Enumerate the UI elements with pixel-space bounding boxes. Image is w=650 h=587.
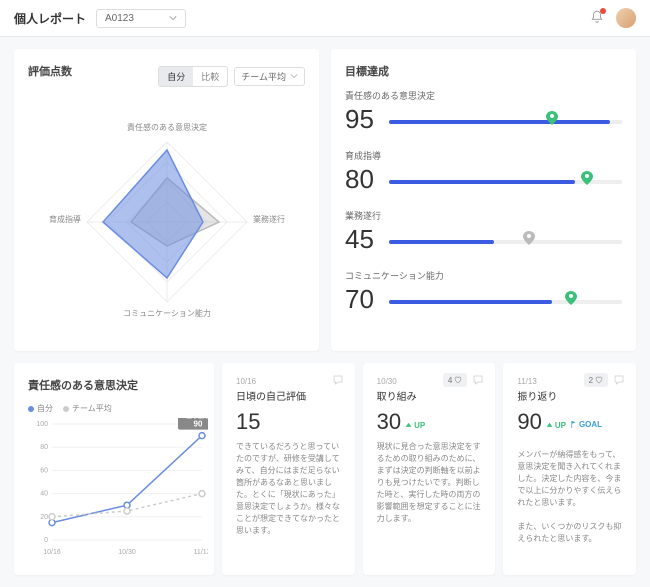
radar-card: 評価点数 自分 比較 チーム平均 責任感のある意思決定業務遂行コミュニケーション… (14, 49, 319, 351)
goal-label: 業務遂行 (345, 209, 622, 222)
chevron-down-icon (169, 14, 177, 22)
goal-item: 育成指導 80 (345, 149, 622, 195)
goal-label: 育成指導 (345, 149, 622, 162)
svg-text:20: 20 (40, 514, 48, 521)
svg-text:業務遂行: 業務遂行 (253, 214, 285, 224)
goal-bar (389, 113, 622, 127)
goal-label: コミュニケーション能力 (345, 269, 622, 282)
pin-icon (565, 291, 577, 305)
goal-item: 責任感のある意思決定 95 (345, 89, 622, 135)
radar-title: 評価点数 (28, 63, 72, 79)
notification-badge (600, 8, 606, 14)
svg-text:60: 60 (40, 467, 48, 474)
goals-card: 目標達成 責任感のある意思決定 95 育成指導 80 業務遂行 45 コミュニケーション能力… (331, 49, 636, 351)
goal-bar (389, 173, 622, 187)
entry-text: メンバーが納得感をもって、意思決定を聞き入れてくれました。決定した内容を、今まで… (517, 449, 622, 545)
comment-button[interactable] (471, 373, 485, 387)
svg-text:コミュニケーション能力: コミュニケーション能力 (123, 308, 211, 318)
entry-title: 取り組み (377, 388, 482, 403)
trend-title: 責任感のある意思決定 (28, 377, 200, 393)
radar-toggle[interactable]: 自分 比較 (158, 66, 228, 87)
goals-title: 目標達成 (345, 63, 622, 79)
pin-icon (523, 231, 535, 245)
page-title: 個人レポート (14, 10, 86, 27)
entry-card: 10/16 日頃の自己評価 15 できているだろうと思っていたのですが、研修を受講し… (222, 363, 355, 575)
svg-text:80: 80 (40, 444, 48, 451)
svg-text:100: 100 (36, 421, 48, 428)
chevron-down-icon (290, 72, 298, 80)
compare-select[interactable]: チーム平均 (234, 67, 305, 86)
svg-text:育成指導: 育成指導 (49, 214, 81, 224)
entry-score: 30 UP (377, 409, 482, 435)
avatar[interactable] (616, 8, 636, 28)
goal-value: 45 (345, 224, 381, 255)
svg-text:10/30: 10/30 (118, 549, 136, 556)
goal-bar (389, 293, 622, 307)
svg-text:0: 0 (44, 537, 48, 544)
svg-text:90: 90 (194, 420, 203, 429)
trend-chart: 10080604020010/1610/3011/13振り返り90 (28, 418, 208, 558)
likes-button[interactable]: 4 (443, 373, 467, 387)
radar-chart: 責任感のある意思決定業務遂行コミュニケーション能力 育成指導 (37, 102, 297, 332)
pin-icon (546, 111, 558, 125)
entry-score: 15 (236, 409, 341, 435)
comment-button[interactable] (612, 373, 626, 387)
svg-text:責任感のある意思決定: 責任感のある意思決定 (127, 122, 207, 132)
goal-bar (389, 233, 622, 247)
comment-button[interactable] (331, 373, 345, 387)
pin-icon (581, 171, 593, 185)
goal-item: コミュニケーション能力 70 (345, 269, 622, 315)
goal-value: 70 (345, 284, 381, 315)
trend-card: 責任感のある意思決定 自分 チーム平均 100 80 60 40 20 0 10/16 10/… (14, 363, 214, 575)
svg-text:40: 40 (40, 491, 48, 498)
toggle-compare[interactable]: 比較 (193, 67, 227, 86)
entry-title: 日頃の自己評価 (236, 388, 341, 403)
up-badge: UP (546, 421, 566, 430)
goal-item: 業務遂行 45 (345, 209, 622, 255)
user-select[interactable]: A0123 (96, 9, 186, 28)
up-badge: UP (405, 421, 425, 430)
goal-value: 80 (345, 164, 381, 195)
goal-label: 責任感のある意思決定 (345, 89, 622, 102)
goal-badge: GOAL (570, 420, 602, 429)
entry-text: 現状に見合った意思決定をするための取り組みのために、まずは決定の判断軸を以前より… (377, 441, 482, 525)
entry-score: 90 UP GOAL (517, 409, 622, 443)
svg-text:10/16: 10/16 (43, 549, 61, 556)
goal-value: 95 (345, 104, 381, 135)
entry-card: 211/13振り返り90 UP GOALメンバーが納得感をもって、意思決定を聞き… (503, 363, 636, 575)
entry-title: 振り返り (517, 388, 622, 403)
notifications-button[interactable] (590, 10, 604, 27)
entry-date: 10/16 (236, 377, 341, 386)
likes-button[interactable]: 2 (584, 373, 608, 387)
svg-text:11/13: 11/13 (194, 549, 209, 556)
entry-card: 410/30取り組み30 UP現状に見合った意思決定をするための取り組みのために… (363, 363, 496, 575)
trend-legend: 自分 チーム平均 (28, 403, 200, 414)
toggle-self[interactable]: 自分 (159, 67, 193, 86)
entry-text: できているだろうと思っていたのですが、研修を受講してみて、自分にはまだ足らない箇… (236, 441, 341, 537)
